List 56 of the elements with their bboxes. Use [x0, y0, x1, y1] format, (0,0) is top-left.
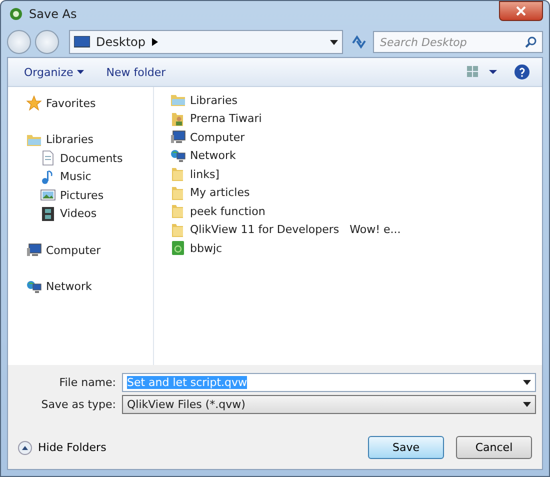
save-as-type-label: Save as type:	[40, 398, 117, 411]
picture-icon	[40, 187, 56, 204]
film-icon	[40, 206, 56, 222]
folder-icon	[170, 203, 186, 220]
search-field[interactable]: Search Desktop	[373, 31, 543, 53]
organize-menu[interactable]: Organize	[20, 64, 88, 80]
computer-icon	[170, 129, 186, 146]
dropdown-icon	[523, 380, 531, 385]
sidebar-item[interactable]: Videos	[60, 207, 97, 220]
save-button[interactable]: Save	[368, 436, 444, 459]
document-icon	[40, 150, 56, 166]
sidebar-item[interactable]: Libraries	[46, 133, 94, 146]
sidebar-item[interactable]: Music	[60, 170, 92, 184]
chevron-icon	[152, 38, 158, 46]
app-logo-icon	[9, 7, 23, 21]
search-icon	[525, 36, 537, 48]
sidebar-item[interactable]: Pictures	[60, 188, 104, 202]
star-icon	[26, 95, 42, 112]
file-item[interactable]: peek function	[190, 204, 266, 218]
new-folder-button[interactable]: New folder	[102, 64, 170, 80]
address-bar[interactable]: Desktop	[69, 30, 343, 54]
collapse-icon	[18, 440, 32, 454]
folder-icon	[170, 222, 186, 238]
cancel-button[interactable]: Cancel	[456, 436, 532, 459]
file-item[interactable]: bbwjc	[190, 242, 222, 255]
file-item[interactable]: My articles	[190, 186, 250, 200]
view-options-icon[interactable]	[466, 65, 500, 79]
file-item[interactable]: QlikView 11 for Developers Wow! e...	[190, 223, 401, 236]
sidebar-item[interactable]: Favorites	[46, 96, 96, 110]
window-title: Save As	[29, 7, 78, 21]
sidebar-item[interactable]: Computer	[46, 244, 101, 257]
network-icon	[170, 148, 186, 164]
help-icon[interactable]	[514, 64, 530, 80]
sidebar-item[interactable]: Network	[46, 280, 92, 294]
computer-icon	[26, 242, 42, 258]
dropdown-icon	[330, 40, 338, 44]
library-icon	[170, 92, 186, 108]
network-icon	[26, 278, 42, 295]
dropdown-icon	[523, 402, 531, 407]
desktop-icon	[74, 36, 90, 48]
file-item[interactable]: Computer	[190, 130, 245, 144]
file-item[interactable]: Libraries	[190, 94, 238, 107]
dropdown-icon	[77, 70, 84, 74]
folder-icon	[170, 184, 186, 201]
hide-folders-button[interactable]: Hide Folders	[18, 440, 106, 454]
file-name-label: File name:	[58, 376, 117, 389]
app-file-icon	[170, 240, 186, 256]
close-button[interactable]	[499, 1, 543, 21]
file-item[interactable]: links]	[190, 168, 220, 181]
file-item[interactable]: Network	[190, 149, 236, 162]
user-folder-icon	[170, 110, 186, 127]
file-type-dropdown[interactable]: QlikView Files (*.qvw)	[122, 395, 536, 414]
folder-icon	[170, 166, 186, 182]
close-icon	[516, 6, 526, 16]
sidebar-item[interactable]: Documents	[60, 152, 123, 165]
file-item[interactable]: Prerna Tiwari	[190, 112, 262, 126]
